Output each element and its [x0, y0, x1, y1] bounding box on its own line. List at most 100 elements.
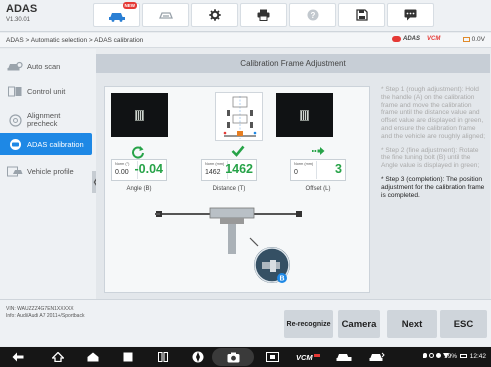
- vehicle-tools-button[interactable]: [142, 3, 189, 27]
- brand-logos: ADAS: [392, 36, 420, 42]
- camera-view-right: [276, 93, 333, 137]
- printer-icon: [257, 9, 270, 21]
- breadcrumb: ADAS > Automatic selection > ADAS calibr…: [6, 37, 144, 44]
- camera-button[interactable]: Camera: [338, 310, 380, 338]
- panel-title: Calibration Frame Adjustment: [96, 54, 490, 73]
- home-button[interactable]: NEW: [93, 2, 140, 27]
- rig-label-b: B: [279, 276, 284, 283]
- sidebar-item-adas-calibration[interactable]: ADAS calibration: [0, 133, 92, 155]
- check-icon: [231, 145, 245, 160]
- adas-logo-icon: [392, 36, 401, 42]
- norm-value: 1462: [205, 169, 221, 176]
- vcm-app-icon[interactable]: VCM: [296, 347, 322, 367]
- home-car-icon: [108, 13, 125, 22]
- sidebar-item-label: Alignment precheck: [27, 111, 61, 128]
- angle-value: -0.04: [134, 162, 164, 176]
- target-pattern: [135, 110, 144, 121]
- vehicle-profile-icon: [7, 165, 23, 177]
- sidebar-item-label: ADAS calibration: [27, 139, 84, 149]
- sidebar-item-label: Vehicle profile: [27, 166, 74, 176]
- new-badge: NEW: [122, 2, 137, 9]
- voltage-value: 0.0V: [471, 36, 485, 43]
- clock-time: 12:42: [469, 353, 486, 360]
- vcm-logo-box: VCM: [427, 36, 440, 42]
- status-clock: 99% 12:42: [444, 353, 486, 360]
- vin-text: VIN: WAUZZZ4G7EN1XXXXX: [6, 306, 74, 312]
- sidebar-item-label: Control unit: [27, 86, 66, 96]
- norm-value: 0.00: [115, 169, 129, 176]
- help-icon: ?: [307, 9, 318, 21]
- angle-caption: Angle (B): [126, 186, 152, 192]
- sidebar-item-control-unit[interactable]: Control unit: [0, 80, 92, 102]
- vehicle-tools-icon: [158, 12, 173, 19]
- norm-label: Norm (mm): [294, 162, 314, 166]
- save-button[interactable]: [338, 3, 385, 27]
- settings-gear-icon: [208, 9, 221, 21]
- location-icon: [423, 353, 427, 358]
- settings-button[interactable]: [191, 3, 238, 27]
- print-button[interactable]: [240, 3, 287, 27]
- offset-readout: Norm (mm) 0 3: [290, 159, 346, 181]
- top-bar: ADAS V1.30.01 NEW ?: [0, 0, 491, 32]
- calibration-frame-graphic: B: [155, 207, 302, 283]
- instructions: * Step 1 (rough adjustment): Hold the ha…: [381, 86, 487, 205]
- control-unit-icon: [7, 85, 23, 97]
- car-search-icon: [7, 60, 23, 72]
- angle-readout: Norm (°) 0.00 -0.04: [111, 159, 167, 181]
- vehicle-model-text: Info: Audi/Audi A7 2011+/Sportback: [6, 312, 85, 319]
- car-diagnose-icon[interactable]: [368, 347, 386, 367]
- sidebar-item-vehicle-profile[interactable]: Vehicle profile: [0, 160, 92, 182]
- frame-alignment-diagram: [215, 92, 263, 141]
- norm-label: Norm (mm): [205, 162, 225, 166]
- wheel-icon: [7, 113, 23, 127]
- distance-readout: Norm (mm) 1462 1462: [201, 159, 257, 181]
- screenshot-button[interactable]: [212, 348, 254, 366]
- svg-text:?: ?: [310, 11, 315, 20]
- app-version: V1.30.01: [6, 17, 31, 23]
- system-nav-bar: VCM 99% 12:42: [0, 347, 491, 367]
- arrow-right-icon: [311, 145, 325, 159]
- battery-percent: 99%: [444, 353, 458, 360]
- re-recognize-button[interactable]: Re-recognize: [284, 310, 333, 338]
- offset-caption: Offset (L): [305, 186, 331, 192]
- chat-icon: [404, 9, 417, 21]
- norm-label: Norm (°): [115, 162, 130, 166]
- chat-button[interactable]: [387, 3, 434, 27]
- battery-icon: [459, 354, 467, 358]
- offset-value: 3: [335, 162, 342, 176]
- app-title: ADAS: [6, 3, 38, 15]
- target-pattern: [300, 110, 309, 121]
- home-icon[interactable]: [85, 347, 101, 367]
- step-3-text: * Step 3 (completion): The position adju…: [381, 175, 485, 199]
- sidebar-item-label: Auto scan: [27, 61, 61, 71]
- help-button[interactable]: ?: [289, 3, 336, 27]
- norm-box: Norm (mm) 0: [292, 161, 317, 179]
- step-1-text: * Step 1 (rough adjustment): Hold the ha…: [381, 86, 486, 140]
- recent-apps-icon[interactable]: [120, 347, 136, 367]
- step-2-text: * Step 2 (fine adjustment): Rotate the f…: [381, 146, 480, 170]
- sync-icon: [429, 353, 434, 358]
- camera-icon: [227, 352, 239, 362]
- save-icon: [355, 9, 368, 21]
- next-button[interactable]: Next: [387, 310, 437, 338]
- vehicle-info: VIN: WAUZZZ4G7EN1XXXXX Info: Audi/Audi A…: [6, 306, 84, 319]
- svg-text:VCM: VCM: [296, 353, 313, 361]
- adas-logo: ADAS: [403, 36, 421, 42]
- sidebar-item-alignment-precheck[interactable]: Alignment precheck: [0, 106, 92, 134]
- distance-caption: Distance (T): [212, 186, 246, 192]
- screen-record-icon[interactable]: [264, 347, 280, 367]
- dnd-icon: [436, 353, 441, 358]
- esc-button[interactable]: ESC: [440, 310, 487, 338]
- home-up-icon[interactable]: [50, 347, 66, 367]
- sidebar-item-auto-scan[interactable]: Auto scan: [0, 55, 92, 77]
- browser-icon[interactable]: [190, 347, 206, 367]
- distance-value: 1462: [225, 162, 253, 176]
- back-icon[interactable]: [10, 347, 26, 367]
- car-app-icon[interactable]: [335, 347, 353, 367]
- breadcrumb-bar: ADAS > Automatic selection > ADAS calibr…: [0, 33, 491, 48]
- battery-plug-icon: [462, 37, 470, 42]
- split-screen-icon[interactable]: [155, 347, 171, 367]
- vcm-logo: VCM: [427, 36, 441, 42]
- camera-view-left: [111, 93, 168, 137]
- calibration-frame-illustration: B: [150, 202, 330, 290]
